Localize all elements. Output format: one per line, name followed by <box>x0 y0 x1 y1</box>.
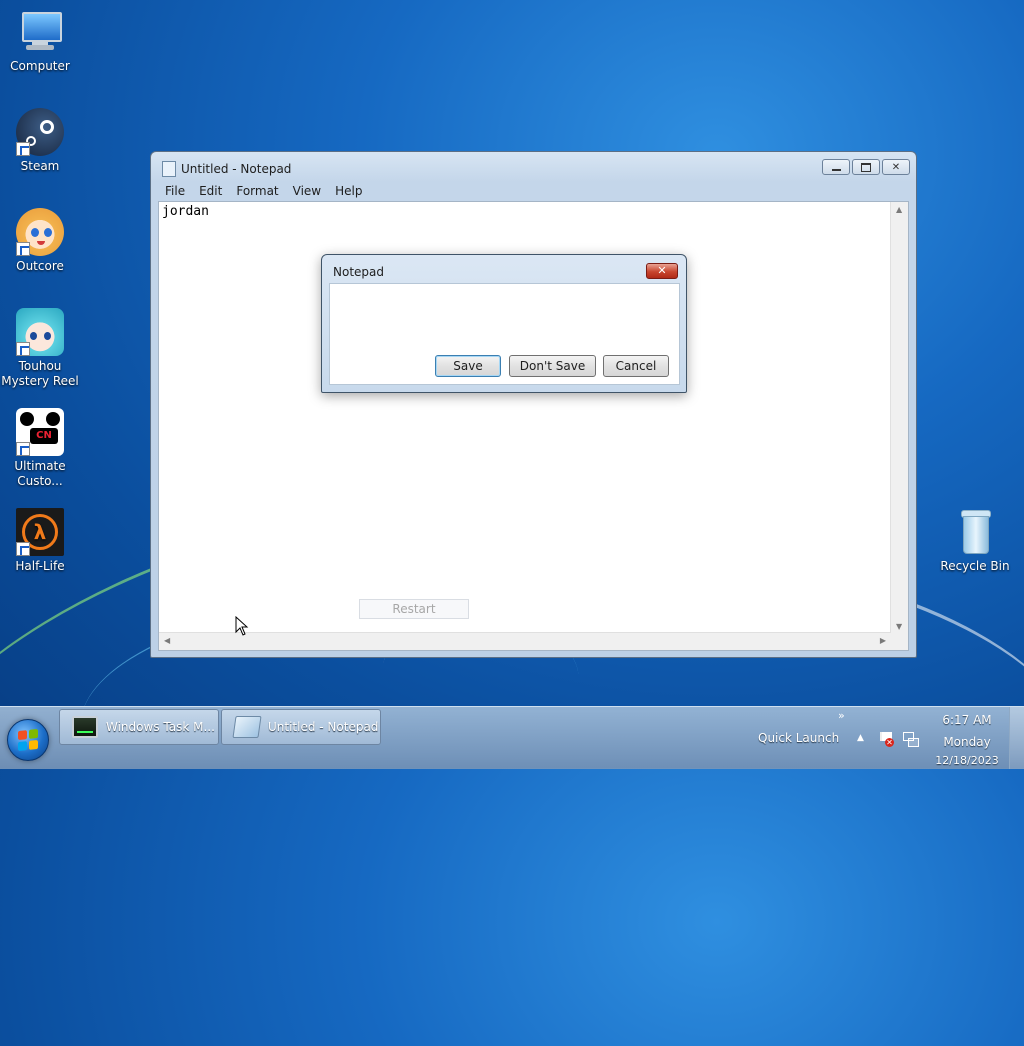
desktop-icon-label: Computer <box>10 59 70 73</box>
quick-launch-toolbar[interactable]: Quick Launch <box>758 731 839 745</box>
notepad-window: Untitled - Notepad ✕ File Edit Format Vi… <box>150 151 917 658</box>
dialog-body: Save Don't Save Cancel <box>329 283 680 385</box>
recycle-bin-icon <box>951 508 999 556</box>
shortcut-arrow-icon <box>16 442 30 456</box>
desktop-icon-label: Steam <box>20 159 60 173</box>
minimize-icon <box>831 168 841 171</box>
restart-button[interactable]: Restart <box>359 599 469 619</box>
vertical-scrollbar[interactable]: ▲ ▼ <box>890 202 908 634</box>
desktop-icon-label: Half-Life <box>15 559 65 573</box>
task-manager-icon <box>72 716 98 738</box>
close-button[interactable]: ✕ <box>882 159 910 175</box>
taskbar-item-notepad[interactable]: Untitled - Notepad <box>221 709 381 745</box>
scroll-down-icon[interactable]: ▼ <box>896 622 902 631</box>
desktop-icon-steam[interactable]: Steam <box>0 108 80 174</box>
toolbar-chevron-icon[interactable]: » <box>838 709 845 722</box>
shortcut-arrow-icon <box>16 342 30 356</box>
save-dialog: Notepad ✕ Save Don't Save Cancel <box>321 254 687 393</box>
windows-logo-icon <box>18 728 38 752</box>
dialog-title: Notepad <box>333 265 384 279</box>
network-icon[interactable] <box>902 731 919 747</box>
shortcut-arrow-icon <box>16 542 30 556</box>
shortcut-arrow-icon <box>16 242 30 256</box>
desktop-icon-outcore[interactable]: Outcore <box>0 208 80 274</box>
desktop-icon-recycle-bin[interactable]: Recycle Bin <box>935 508 1015 574</box>
minimize-button[interactable] <box>822 159 850 175</box>
shortcut-arrow-icon <box>16 142 30 156</box>
save-button[interactable]: Save <box>435 355 501 377</box>
desktop-icon-label: Touhou Mystery Reel <box>1 359 79 388</box>
taskbar: Windows Task M... Untitled - Notepad » Q… <box>0 706 1024 769</box>
mouse-cursor-icon <box>235 616 249 636</box>
editor-text: jordan <box>162 204 209 219</box>
dialog-close-button[interactable]: ✕ <box>646 263 678 279</box>
outcore-icon <box>16 208 64 256</box>
desktop-icon-label: Recycle Bin <box>940 559 1010 573</box>
notepad-icon <box>232 716 262 738</box>
title-bar[interactable]: Untitled - Notepad ✕ <box>151 152 916 184</box>
maximize-button[interactable] <box>852 159 880 175</box>
show-hidden-icons-icon[interactable]: ▲ <box>857 733 864 743</box>
clock-date: 12/18/2023 <box>935 754 999 767</box>
menu-file[interactable]: File <box>158 182 192 201</box>
taskbar-item-label: Untitled - Notepad <box>268 720 379 734</box>
restore-icon <box>861 162 871 172</box>
touhou-icon <box>16 308 64 356</box>
computer-icon <box>16 8 64 56</box>
desktop-icon-label: Ultimate Custo... <box>14 459 66 488</box>
desktop-icon-computer[interactable]: Computer <box>0 8 80 74</box>
start-button[interactable] <box>7 719 49 761</box>
system-clock[interactable]: 6:17 AM Monday 12/18/2023 <box>932 709 1002 769</box>
desktop-icon-label: Outcore <box>16 259 64 273</box>
menu-edit[interactable]: Edit <box>192 182 229 201</box>
scroll-right-icon[interactable]: ▶ <box>880 636 886 645</box>
menu-help[interactable]: Help <box>328 182 369 201</box>
action-center-flag-icon[interactable]: ✕ <box>878 731 894 747</box>
show-desktop-button[interactable] <box>1009 707 1024 769</box>
close-icon: ✕ <box>891 161 901 173</box>
notepad-icon <box>162 161 176 177</box>
dont-save-button[interactable]: Don't Save <box>509 355 596 377</box>
scroll-up-icon[interactable]: ▲ <box>896 205 902 214</box>
clock-time: 6:17 AM <box>942 713 992 727</box>
horizontal-scrollbar[interactable]: ◀ ▶ <box>159 632 891 650</box>
menu-format[interactable]: Format <box>229 182 285 201</box>
taskbar-item-label: Windows Task M... <box>106 720 215 734</box>
ultimate-custom-icon: CN <box>16 408 64 456</box>
menu-bar: File Edit Format View Help <box>158 182 909 201</box>
taskbar-item-task-manager[interactable]: Windows Task M... <box>59 709 219 745</box>
menu-view[interactable]: View <box>286 182 328 201</box>
desktop-icon-ultimate-custom[interactable]: CN Ultimate Custo... <box>0 408 80 489</box>
close-icon: ✕ <box>657 264 667 277</box>
scroll-left-icon[interactable]: ◀ <box>164 636 170 645</box>
steam-icon <box>16 108 64 156</box>
half-life-icon: λ <box>16 508 64 556</box>
clock-day: Monday <box>943 735 991 749</box>
window-title: Untitled - Notepad <box>181 162 292 176</box>
desktop-icon-touhou[interactable]: Touhou Mystery Reel <box>0 308 80 389</box>
cancel-button[interactable]: Cancel <box>603 355 669 377</box>
desktop-icon-half-life[interactable]: λ Half-Life <box>0 508 80 574</box>
resize-grip[interactable] <box>891 633 908 650</box>
